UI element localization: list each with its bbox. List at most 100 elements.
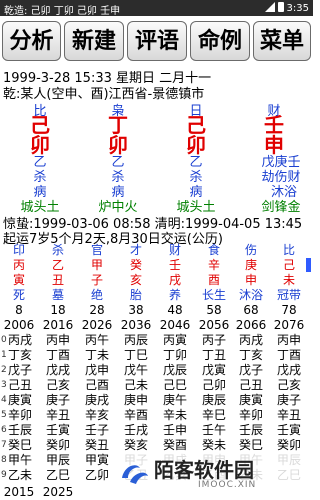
- dayun-god: 比: [282, 243, 295, 257]
- watermark-logo-icon: [122, 465, 148, 484]
- liunian-cell[interactable]: 丙申: [277, 333, 301, 348]
- liunian-cell[interactable]: 辛卯: [8, 408, 32, 423]
- dayun-branch: 戌: [168, 273, 181, 287]
- liunian-cell[interactable]: 庚子: [46, 393, 70, 408]
- liunian-cell[interactable]: 戊午: [124, 363, 148, 378]
- liunian-cell[interactable]: 己未: [124, 378, 148, 393]
- comment-button[interactable]: 评语: [127, 21, 187, 61]
- cases-button[interactable]: 命例: [190, 21, 250, 61]
- liunian-cell[interactable]: 戊寅: [202, 363, 226, 378]
- dayun-branch: 寅: [12, 273, 25, 287]
- liunian-cell[interactable]: 辛未: [163, 408, 187, 423]
- liunian-cell[interactable]: 丁卯: [163, 348, 187, 363]
- liunian-cell[interactable]: 戊戌: [46, 363, 70, 378]
- liunian-cell[interactable]: 壬子: [85, 423, 109, 438]
- liunian-cell[interactable]: 丁酉: [46, 348, 70, 363]
- liunian-cell[interactable]: 己丑: [239, 378, 263, 393]
- liunian-cell[interactable]: 甲寅: [85, 453, 109, 468]
- liunian-cell[interactable]: 庚寅: [239, 393, 263, 408]
- dayun-branch: 未: [282, 273, 295, 287]
- liunian-cell[interactable]: 辛丑: [46, 408, 70, 423]
- liunian-cell[interactable]: 癸丑: [85, 438, 109, 453]
- dayun-column[interactable]: 杀 乙 丑 墓: [43, 243, 73, 303]
- liunian-cell[interactable]: 丁亥: [239, 348, 263, 363]
- liunian-cell[interactable]: 己卯: [202, 378, 226, 393]
- dayun-branch: 亥: [129, 273, 142, 287]
- liunian-cell[interactable]: 丙戌: [239, 333, 263, 348]
- liunian-cell[interactable]: 癸酉: [163, 438, 187, 453]
- dayun-age: 58: [206, 303, 222, 317]
- liunian-cell[interactable]: 己酉: [85, 378, 109, 393]
- liunian-cell[interactable]: 庚辰: [202, 393, 226, 408]
- liunian-cell[interactable]: 癸卯: [277, 438, 301, 453]
- liunian-cell[interactable]: 丙辰: [124, 333, 148, 348]
- liunian-cell[interactable]: 乙未: [8, 468, 32, 483]
- liunian-column: 丙戌 丁亥 戊子 己丑 庚寅 辛卯 壬辰 癸巳 甲午 乙未: [8, 333, 32, 483]
- liunian-cell[interactable]: 庚寅: [8, 393, 32, 408]
- liunian-cell[interactable]: 戊申: [85, 363, 109, 378]
- liunian-cell[interactable]: 戊子: [8, 363, 32, 378]
- menu-button[interactable]: 菜单: [253, 21, 311, 61]
- liunian-cell[interactable]: 甲午: [8, 453, 32, 468]
- liunian-cell[interactable]: 癸未: [202, 438, 226, 453]
- liunian-cell[interactable]: 壬寅: [46, 423, 70, 438]
- liunian-cell[interactable]: 丁巳: [124, 348, 148, 363]
- liunian-cell[interactable]: 乙卯: [85, 468, 109, 483]
- liunian-cell[interactable]: 辛亥: [85, 408, 109, 423]
- liunian-cell[interactable]: 癸巳: [8, 438, 32, 453]
- dayun-column[interactable]: 伤 庚 申 沐浴: [236, 243, 266, 303]
- liunian-cell[interactable]: 丁酉: [277, 348, 301, 363]
- dayun-column[interactable]: 食 辛 酉 长生: [199, 243, 229, 303]
- liunian-cell[interactable]: 癸亥: [124, 438, 148, 453]
- liunian-cell[interactable]: 庚子: [277, 393, 301, 408]
- liunian-cell[interactable]: 壬戌: [124, 423, 148, 438]
- dayun-column[interactable]: 印 丙 寅 死: [4, 243, 34, 303]
- dayun-column[interactable]: 财 壬 戌 养: [160, 243, 190, 303]
- watermark-name: 陌客软件园: [154, 458, 254, 482]
- liunian-cell[interactable]: 壬午: [202, 423, 226, 438]
- liunian-cell[interactable]: 辛丑: [277, 408, 301, 423]
- dayun-branch: 申: [244, 273, 257, 287]
- liunian-cell[interactable]: 庚午: [163, 393, 187, 408]
- liunian-cell[interactable]: 丙午: [85, 333, 109, 348]
- liunian-cell[interactable]: 丙申: [46, 333, 70, 348]
- liunian-cell[interactable]: 丙寅: [163, 333, 187, 348]
- liunian-cell[interactable]: 丙戌: [8, 333, 32, 348]
- liunian-cell[interactable]: 辛酉: [124, 408, 148, 423]
- liunian-cell[interactable]: 壬申: [163, 423, 187, 438]
- liunian-cell[interactable]: 丁亥: [8, 348, 32, 363]
- liunian-cell[interactable]: 己亥: [277, 378, 301, 393]
- dayun-age: 28: [89, 303, 105, 317]
- liunian-cell[interactable]: 戊子: [239, 363, 263, 378]
- liunian-cell[interactable]: 辛卯: [239, 408, 263, 423]
- scroll-indicator[interactable]: [306, 258, 311, 272]
- liunian-cell[interactable]: 甲辰: [46, 453, 70, 468]
- new-button[interactable]: 新建: [64, 21, 124, 61]
- liunian-cell[interactable]: 壬寅: [277, 423, 301, 438]
- liunian-cell[interactable]: 丙子: [202, 333, 226, 348]
- liunian-cell[interactable]: 丁丑: [202, 348, 226, 363]
- dayun-column[interactable]: 比 己 未 冠带: [274, 243, 304, 303]
- liunian-cell[interactable]: 己巳: [163, 378, 187, 393]
- toolbar: 分析 新建 评语 命例 菜单: [0, 17, 313, 64]
- liunian-cell[interactable]: 庚申: [124, 393, 148, 408]
- liunian-cell[interactable]: 丁未: [85, 348, 109, 363]
- dayun-age: 78: [281, 303, 297, 317]
- liunian-cell[interactable]: 癸巳: [239, 438, 263, 453]
- liunian-cell[interactable]: 己亥: [46, 378, 70, 393]
- dayun-stage: 墓: [51, 288, 64, 302]
- dayun-column[interactable]: 才 癸 亥 胎: [121, 243, 151, 303]
- dayun-column[interactable]: 官 甲 子 绝: [82, 243, 112, 303]
- liunian-cell[interactable]: 庚戌: [85, 393, 109, 408]
- dayun-stage: 胎: [129, 288, 142, 302]
- liunian-cell[interactable]: 己丑: [8, 378, 32, 393]
- liunian-cell[interactable]: 壬辰: [8, 423, 32, 438]
- signal-icon: [264, 2, 275, 12]
- liunian-cell[interactable]: 癸卯: [46, 438, 70, 453]
- analyze-button[interactable]: 分析: [2, 21, 61, 61]
- liunian-cell[interactable]: 壬辰: [239, 423, 263, 438]
- liunian-cell[interactable]: 辛巳: [202, 408, 226, 423]
- liunian-cell[interactable]: 乙巳: [46, 468, 70, 483]
- liunian-cell[interactable]: 戊辰: [163, 363, 187, 378]
- liunian-cell[interactable]: 戊戌: [277, 363, 301, 378]
